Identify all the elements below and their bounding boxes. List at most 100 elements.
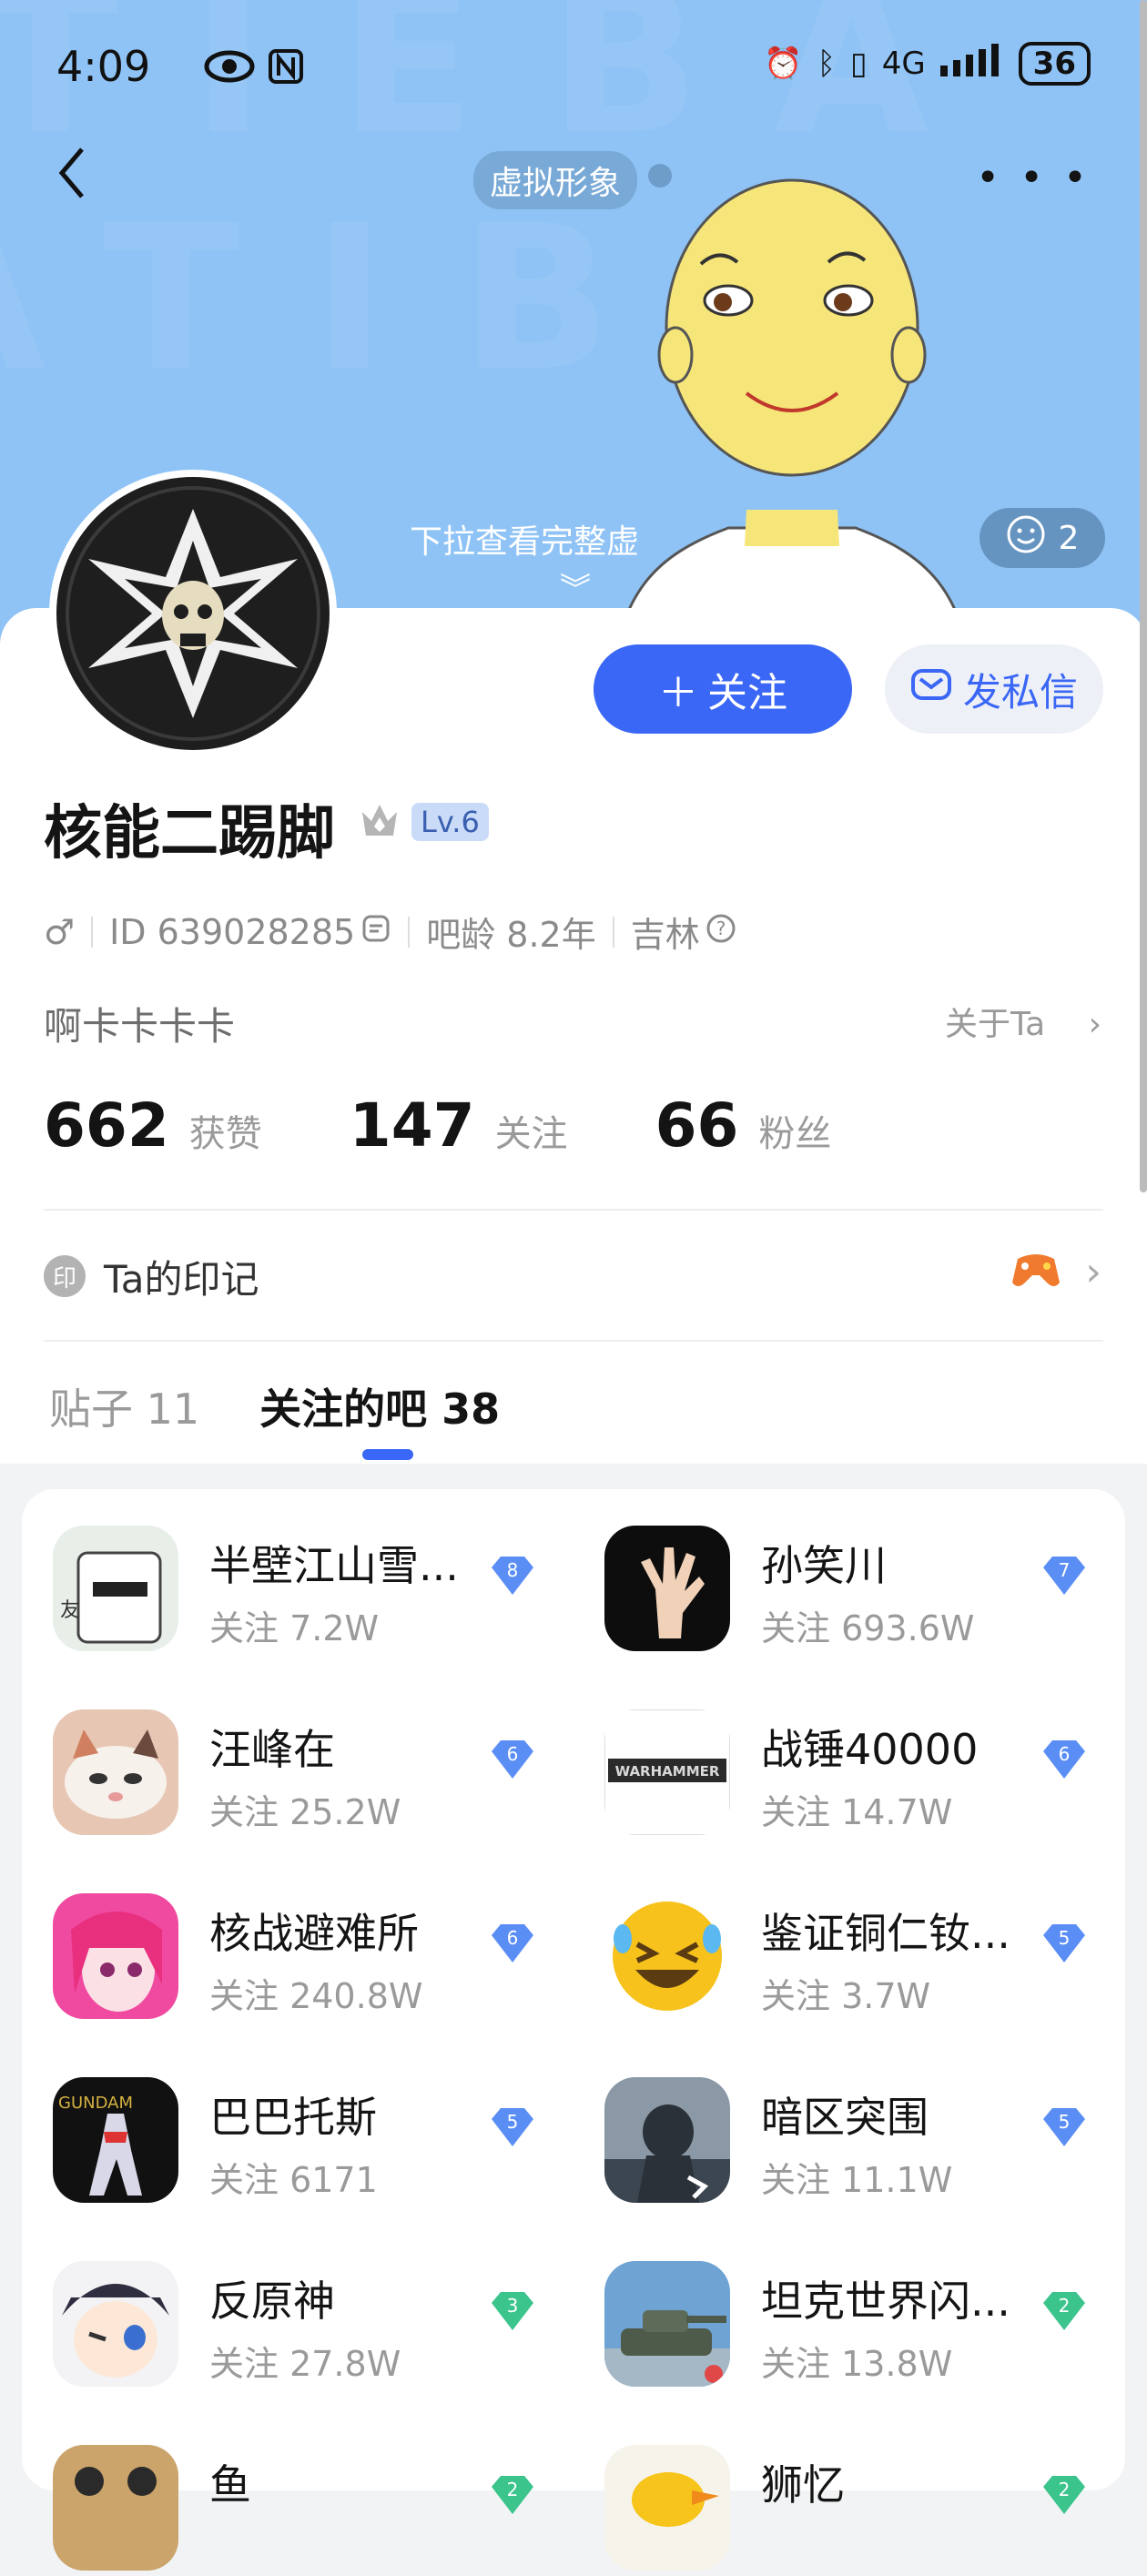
more-options-button[interactable]: • • • [976,155,1091,201]
help-icon[interactable]: ? [705,912,736,952]
alarm-icon: ⏰ [764,46,803,82]
bar-followers: 关注 11.1W [761,2160,953,2200]
follow-button[interactable]: ＋ 关注 [594,644,852,734]
chevron-right-icon: › [1055,1006,1101,1043]
bar-followers: 关注 240.8W [209,1976,423,2016]
divider [612,916,614,948]
svg-text:?: ? [716,918,726,939]
svg-text:6: 6 [1059,1743,1071,1765]
marks-row[interactable]: 印 Ta的印记 › [44,1249,1101,1303]
bar-item[interactable]: GUNDAM 巴巴托斯 关注 6171 5 [22,2072,533,2208]
tab-bar: 贴子 11 关注的吧 38 [49,1376,500,1436]
bar-item[interactable]: 暗区突围 关注 11.1W 5 [574,2072,1085,2208]
laughing-emoji-icon [604,1893,730,2019]
eye-icon [204,46,255,95]
bar-followers: 关注 7.2W [209,1608,380,1648]
svg-text:5: 5 [507,2111,519,2133]
level-badge-icon: 5 [1040,2104,1089,2154]
profile-avatar[interactable] [49,470,337,757]
level-badge-icon: 6 [1040,1737,1089,1786]
divider [44,1209,1103,1211]
divider [408,916,411,948]
bar-name: 孙笑川 [761,1541,887,1590]
bar-name: 鱼 [209,2460,251,2510]
level-badge-icon: 6 [488,1921,537,1970]
bar-item[interactable]: WARHAMMER 战锤40000 关注 14.7W 6 [574,1704,1085,1841]
bar-name: 反原神 [209,2277,335,2326]
soldier-icon [604,2077,730,2203]
bar-followers: 关注 693.6W [761,1608,975,1648]
message-button[interactable]: 发私信 [885,644,1103,734]
divider [44,1340,1103,1342]
bar-name: 暗区突围 [761,2093,929,2142]
emoji-count: 2 [1058,519,1080,557]
account-age: 吧龄 8.2年 [426,915,596,955]
bar-item[interactable]: 孙笑川 关注 693.6W 7 [574,1520,1085,1657]
stat-label: 粉丝 [758,1113,832,1155]
scrollbar[interactable] [1140,0,1147,1192]
svg-text:6: 6 [507,1927,519,1949]
gender-icon: ♂ [44,911,76,952]
anime-face-icon [53,2261,178,2387]
user-name: 核能二踢脚 [44,800,335,867]
svg-text:8: 8 [507,1559,519,1581]
tab-indicator [362,1449,413,1460]
level-badge-icon: 2 [1040,2472,1089,2521]
crown-icon [359,801,401,845]
status-time: 4:09 [56,42,151,91]
bar-name: 核战避难所 [209,1909,419,1958]
back-button[interactable] [55,146,91,200]
bar-followers: 关注 14.7W [761,1792,953,1832]
stat-value: 66 [655,1090,739,1161]
copy-icon[interactable] [360,912,391,952]
level-badge[interactable]: Lv.6 [411,803,489,841]
level-badge-icon: 8 [488,1553,537,1602]
bar-item[interactable]: 狮忆 2 [574,2439,1085,2576]
stat-value: 662 [44,1090,169,1161]
user-id: ID 639028285 [109,911,356,952]
about-link[interactable]: 关于Ta › [945,998,1101,1045]
emoji-reaction-button[interactable]: 2 [980,508,1105,568]
bar-item[interactable]: 反原神 关注 27.8W 3 [22,2256,533,2392]
signal-icon [939,43,1004,85]
level-badge-icon: 7 [1040,1553,1089,1602]
bar-item[interactable]: 鉴证铜仁钕... 关注 3.7W 5 [574,1888,1085,2024]
mail-icon [910,664,952,715]
bar-name: 战锤40000 [761,1725,979,1774]
bar-name: 坦克世界闪... [761,2277,1010,2326]
bluetooth-icon: ᛒ [817,46,836,82]
bar-name: 鉴证铜仁钕... [761,1909,1010,1958]
svg-text:5: 5 [1059,2111,1071,2133]
duck-icon [604,2445,730,2571]
svg-text:2: 2 [1059,2295,1071,2317]
mark-icon: 印 [44,1255,86,1297]
chevron-right-icon: › [1085,1249,1101,1295]
tank-icon [604,2261,730,2387]
plus-icon: ＋ [658,670,698,716]
bar-item[interactable]: 坦克世界闪... 关注 13.8W 2 [574,2256,1085,2392]
level-badge-icon: 2 [488,2472,537,2521]
stat-value: 147 [349,1090,475,1161]
fish-icon [53,2445,178,2571]
svg-text:3: 3 [507,2295,519,2317]
tab-followed-bars[interactable]: 关注的吧 38 [259,1376,500,1436]
tab-posts[interactable]: 贴子 11 [49,1376,199,1436]
profile-meta: ♂ ID 639028285 吧龄 8.2年 吉林 ? [44,907,736,957]
anime-girl-icon [53,1893,178,2019]
stat-followers[interactable]: 66 粉丝 [655,1090,832,1161]
gamepad-icon [1010,1250,1061,1295]
bar-item[interactable]: 友 半壁江山雪... 关注 7.2W 8 [22,1520,533,1657]
bar-item[interactable]: 鱼 2 [22,2439,533,2576]
stat-following[interactable]: 147 关注 [350,1090,568,1161]
warhammer-icon: WARHAMMER [604,1709,730,1835]
bar-name: 汪峰在 [209,1725,335,1774]
cat-icon [53,1709,178,1835]
user-bio: 啊卡卡卡卡 [44,1004,236,1049]
bar-followers: 关注 13.8W [761,2344,953,2384]
level-badge-icon: 3 [488,2288,537,2338]
svg-text:GUNDAM: GUNDAM [58,2094,133,2113]
stat-likes[interactable]: 662 获赞 [44,1090,262,1161]
bar-item[interactable]: 核战避难所 关注 240.8W 6 [22,1888,533,2024]
bar-item[interactable]: 汪峰在 关注 25.2W 6 [22,1704,533,1841]
level-badge-icon: 5 [488,2104,537,2154]
